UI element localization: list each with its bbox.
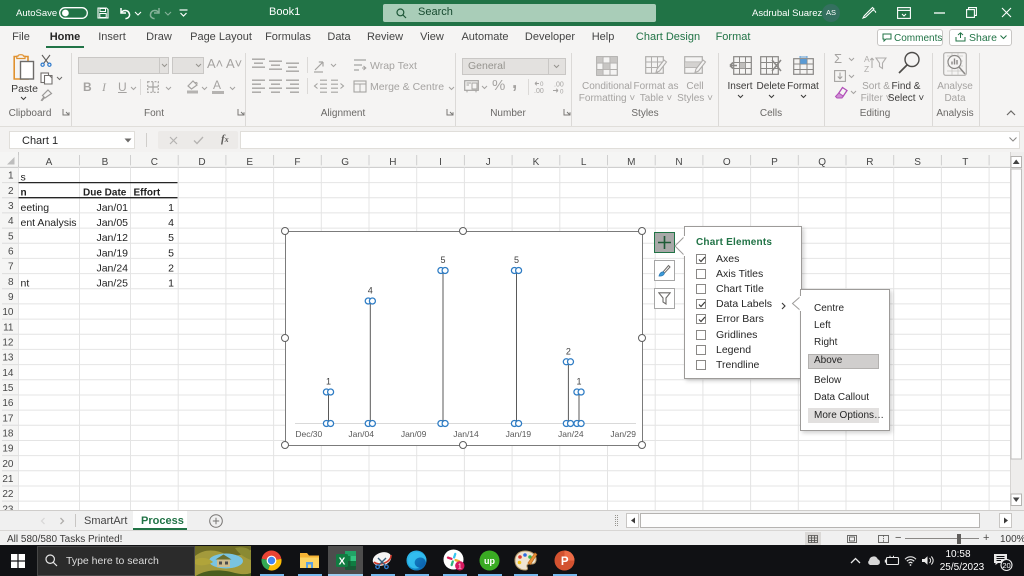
svg-text:D: D [198, 157, 205, 168]
svg-text:J: J [486, 157, 491, 168]
svg-text:K: K [533, 157, 540, 168]
svg-text:2: 2 [8, 186, 14, 197]
svg-text:15: 15 [2, 383, 14, 394]
svg-text:1: 1 [326, 377, 331, 387]
svg-text:N: N [675, 157, 682, 168]
svg-text:A: A [46, 157, 53, 168]
svg-text:C: C [151, 157, 158, 168]
svg-text:1: 1 [458, 563, 462, 570]
svg-text:Jan/04: Jan/04 [348, 429, 374, 439]
svg-text:19: 19 [2, 444, 14, 455]
svg-text:14: 14 [2, 368, 14, 379]
svg-text:13: 13 [2, 353, 14, 364]
svg-text:F: F [294, 157, 300, 168]
svg-text:4: 4 [368, 286, 373, 296]
svg-text:21: 21 [2, 474, 14, 485]
svg-text:9: 9 [8, 292, 14, 303]
svg-text:3: 3 [8, 201, 14, 212]
svg-text:20: 20 [2, 459, 14, 470]
svg-text:eeting: eeting [21, 202, 50, 214]
svg-text:10: 10 [2, 307, 14, 318]
svg-text:0: 0 [540, 81, 544, 88]
svg-text:B: B [102, 157, 109, 168]
svg-text:Jan/19: Jan/19 [506, 429, 532, 439]
svg-text:S: S [914, 157, 921, 168]
svg-text:I: I [439, 157, 442, 168]
svg-text:E: E [246, 157, 253, 168]
svg-text:P: P [771, 157, 778, 168]
svg-text:2: 2 [566, 346, 571, 356]
svg-text:.00: .00 [554, 82, 564, 89]
svg-text:7: 7 [8, 262, 14, 273]
svg-text:G: G [341, 157, 349, 168]
svg-text:20: 20 [1002, 561, 1010, 570]
svg-text:16: 16 [2, 398, 14, 409]
svg-text:M: M [627, 157, 635, 168]
svg-text:17: 17 [2, 413, 14, 424]
svg-text:A: A [864, 54, 870, 64]
svg-text:6: 6 [8, 246, 14, 257]
svg-text:Dec/30: Dec/30 [295, 429, 322, 439]
svg-text:4: 4 [168, 217, 174, 229]
svg-text:1: 1 [576, 377, 581, 387]
svg-text:Jan/09: Jan/09 [401, 429, 427, 439]
svg-text:5: 5 [168, 247, 174, 259]
svg-text:Jan/25: Jan/25 [96, 278, 128, 290]
svg-text:18: 18 [2, 429, 14, 440]
svg-text:Jan/19: Jan/19 [96, 247, 128, 259]
svg-text:up: up [484, 556, 495, 566]
svg-text:8: 8 [8, 277, 14, 288]
svg-text:Jan/12: Jan/12 [96, 232, 128, 244]
svg-text:5: 5 [168, 232, 174, 244]
svg-text:nt: nt [21, 278, 30, 290]
svg-text:Jan/29: Jan/29 [610, 429, 636, 439]
svg-text:Jan/14: Jan/14 [453, 429, 479, 439]
svg-text:Jan/24: Jan/24 [558, 429, 584, 439]
svg-text:H: H [389, 157, 396, 168]
svg-text:Q: Q [818, 157, 826, 168]
svg-text:Z: Z [864, 64, 869, 73]
svg-text:12: 12 [2, 338, 14, 349]
svg-text:L: L [581, 157, 587, 168]
svg-text:22: 22 [2, 489, 14, 500]
svg-text:2: 2 [168, 263, 174, 275]
svg-text:T: T [962, 157, 968, 168]
svg-text:Jan/01: Jan/01 [96, 202, 128, 214]
svg-text:5: 5 [514, 255, 519, 265]
svg-text:R: R [866, 157, 873, 168]
svg-text:5: 5 [8, 231, 14, 242]
svg-text:Jan/24: Jan/24 [96, 263, 128, 275]
svg-text:Jan/05: Jan/05 [96, 217, 128, 229]
svg-text:4: 4 [8, 216, 14, 227]
svg-text:1: 1 [8, 171, 14, 182]
svg-text:X: X [339, 557, 346, 568]
svg-text:5: 5 [440, 255, 445, 265]
svg-text:11: 11 [3, 322, 14, 333]
svg-text:O: O [723, 157, 731, 168]
svg-text:s: s [21, 172, 26, 184]
svg-text:P: P [561, 556, 569, 568]
svg-text:0: 0 [560, 89, 564, 95]
svg-text:ent Analysis: ent Analysis [21, 217, 77, 229]
svg-text:1: 1 [168, 202, 174, 214]
svg-text:.00: .00 [534, 88, 544, 94]
svg-text:1: 1 [168, 278, 174, 290]
